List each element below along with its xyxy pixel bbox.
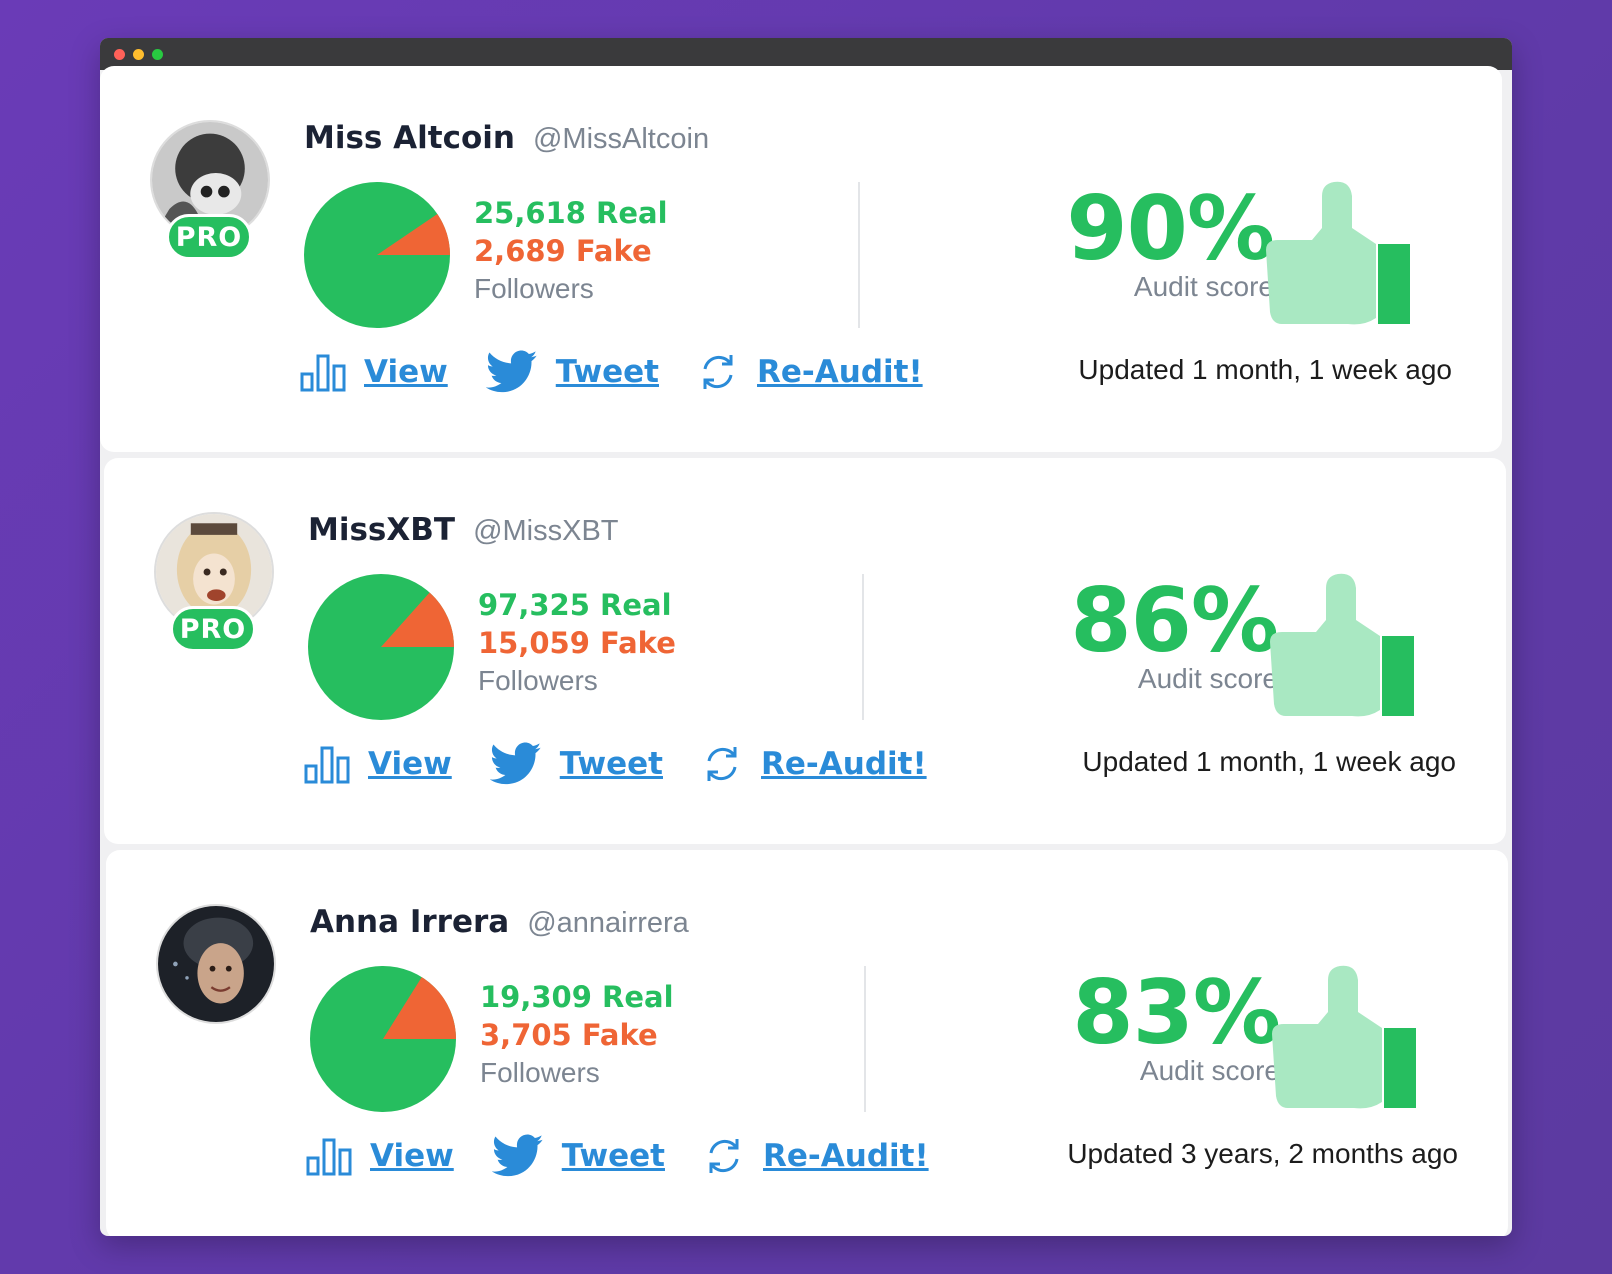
bar-chart-icon xyxy=(306,1138,352,1176)
real-followers: 19,309 Real xyxy=(480,980,674,1014)
fake-followers: 15,059 Fake xyxy=(478,626,676,660)
followers-pie-chart xyxy=(304,182,450,328)
account-header: Miss Altcoin @MissAltcoin xyxy=(304,120,709,156)
audit-card: Anna Irrera @annairrera 19,309 Real 3,70… xyxy=(106,850,1508,1236)
follower-stats: 19,309 Real 3,705 Fake Followers xyxy=(480,978,674,1092)
bar-chart-icon xyxy=(304,746,350,784)
view-link[interactable]: View xyxy=(364,354,448,390)
refresh-icon xyxy=(703,355,733,389)
tweet-link[interactable]: Tweet xyxy=(562,1138,665,1174)
twitter-bird-icon xyxy=(491,1134,543,1177)
account-name: Miss Altcoin xyxy=(304,120,515,156)
real-followers: 25,618 Real xyxy=(474,196,668,230)
account-handle[interactable]: @MissXBT xyxy=(473,515,618,548)
account-handle[interactable]: @annairrera xyxy=(527,907,689,940)
twitter-bird-icon xyxy=(485,350,537,393)
view-action[interactable]: View xyxy=(304,744,452,784)
card-actions: View Tweet Re-Audit! xyxy=(304,742,965,786)
avatar[interactable] xyxy=(156,904,276,1024)
audit-card: PRO Miss Altcoin @MissAltcoin 25,618 Rea… xyxy=(100,66,1502,452)
avatar-container: PRO xyxy=(154,512,274,652)
view-action[interactable]: View xyxy=(300,352,448,392)
tweet-link[interactable]: Tweet xyxy=(560,746,663,782)
account-header: Anna Irrera @annairrera xyxy=(310,904,689,940)
tweet-action[interactable]: Tweet xyxy=(491,1134,665,1178)
audit-score: 90% Audit score xyxy=(1066,177,1275,302)
reaudit-link[interactable]: Re-Audit! xyxy=(763,1138,929,1174)
reaudit-link[interactable]: Re-Audit! xyxy=(757,354,923,390)
card-actions: View Tweet Re-Audit! xyxy=(306,1134,967,1178)
account-header: MissXBT @MissXBT xyxy=(308,512,619,548)
follower-stats: 97,325 Real 15,059 Fake Followers xyxy=(478,586,676,700)
twitter-bird-icon xyxy=(489,742,541,785)
thumbs-up-icon xyxy=(1270,573,1414,717)
fake-followers: 2,689 Fake xyxy=(474,234,652,268)
view-link[interactable]: View xyxy=(368,746,452,782)
thumbs-up-icon xyxy=(1272,965,1416,1109)
real-followers: 97,325 Real xyxy=(478,588,672,622)
tweet-action[interactable]: Tweet xyxy=(489,742,663,786)
followers-pie-chart xyxy=(308,574,454,720)
close-window-dot[interactable] xyxy=(114,48,125,60)
browser-window: PRO Miss Altcoin @MissAltcoin 25,618 Rea… xyxy=(100,38,1512,1236)
maximize-window-dot[interactable] xyxy=(152,48,163,60)
audit-score-value: 86% xyxy=(1070,569,1279,672)
view-link[interactable]: View xyxy=(370,1138,454,1174)
avatar-portrait-photo-icon xyxy=(158,906,274,1022)
reaudit-link[interactable]: Re-Audit! xyxy=(761,746,927,782)
updated-timestamp: Updated 1 month, 1 week ago xyxy=(1078,354,1452,385)
avatar-container xyxy=(156,904,276,1044)
refresh-icon xyxy=(709,1139,739,1173)
reaudit-action[interactable]: Re-Audit! xyxy=(703,1135,929,1177)
reaudit-action[interactable]: Re-Audit! xyxy=(701,743,927,785)
tweet-action[interactable]: Tweet xyxy=(485,350,659,394)
reaudit-action[interactable]: Re-Audit! xyxy=(697,351,923,393)
updated-timestamp: Updated 1 month, 1 week ago xyxy=(1082,746,1456,777)
divider xyxy=(862,574,864,720)
bar-chart-icon xyxy=(300,354,346,392)
tweet-link[interactable]: Tweet xyxy=(556,354,659,390)
account-name: MissXBT xyxy=(308,512,456,548)
divider xyxy=(864,966,866,1112)
audit-card: PRO MissXBT @MissXBT 97,325 Real 15,059 … xyxy=(104,458,1506,844)
audit-score-value: 90% xyxy=(1066,177,1275,280)
audit-score-value: 83% xyxy=(1072,961,1281,1064)
audit-score: 83% Audit score xyxy=(1072,961,1281,1086)
view-action[interactable]: View xyxy=(306,1136,454,1176)
followers-label: Followers xyxy=(474,273,594,304)
divider xyxy=(858,182,860,328)
audit-list: PRO Miss Altcoin @MissAltcoin 25,618 Rea… xyxy=(100,66,1512,1236)
follower-stats: 25,618 Real 2,689 Fake Followers xyxy=(474,194,668,308)
updated-timestamp: Updated 3 years, 2 months ago xyxy=(1067,1138,1458,1169)
avatar-container: PRO xyxy=(150,120,270,260)
pro-badge: PRO xyxy=(166,214,252,260)
account-handle[interactable]: @MissAltcoin xyxy=(533,123,709,156)
followers-pie-chart xyxy=(310,966,456,1112)
thumbs-up-icon xyxy=(1266,181,1410,325)
account-name: Anna Irrera xyxy=(310,904,510,940)
pro-badge: PRO xyxy=(170,606,256,652)
card-actions: View Tweet Re-Audit! xyxy=(300,350,961,394)
refresh-icon xyxy=(707,747,737,781)
followers-label: Followers xyxy=(480,1057,600,1088)
minimize-window-dot[interactable] xyxy=(133,48,144,60)
followers-label: Followers xyxy=(478,665,598,696)
audit-score: 86% Audit score xyxy=(1070,569,1279,694)
fake-followers: 3,705 Fake xyxy=(480,1018,658,1052)
